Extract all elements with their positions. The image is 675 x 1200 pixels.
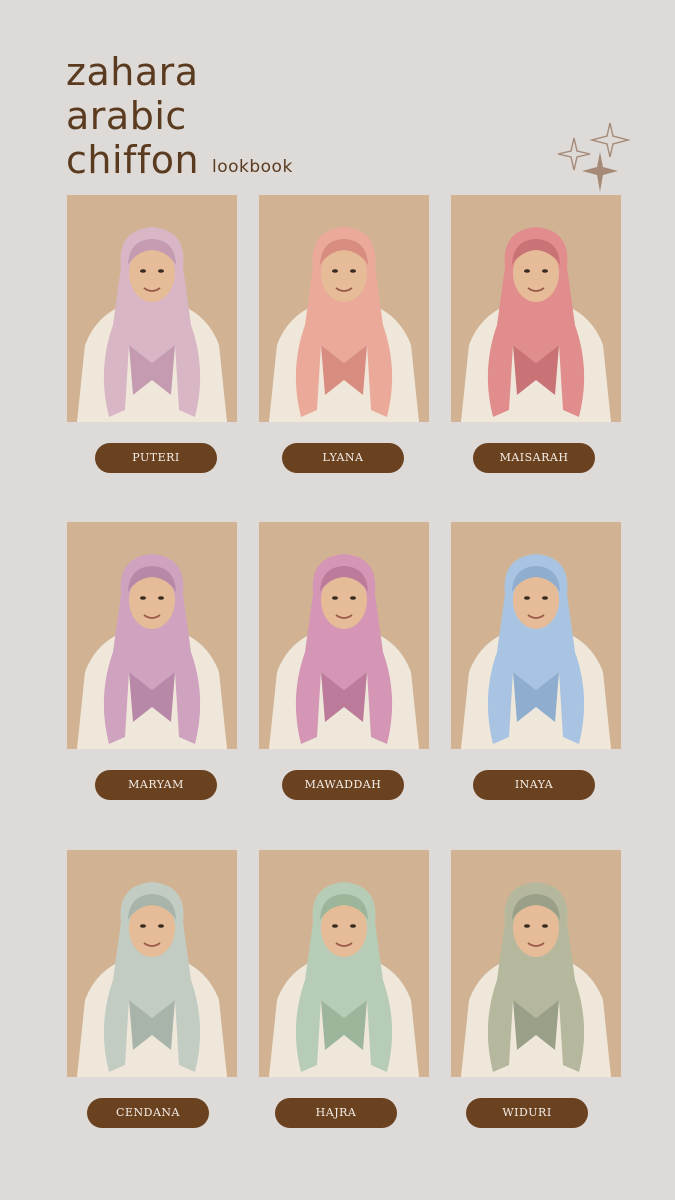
lookbook-card-lyana[interactable] (259, 195, 429, 422)
model-photo (77, 882, 227, 1077)
lookbook-card-hajra[interactable] (259, 850, 429, 1077)
title-line-2: arabic (66, 94, 187, 138)
lookbook-card-puteri[interactable] (67, 195, 237, 422)
title-line-1: zahara (66, 50, 199, 94)
lookbook-card-maryam[interactable] (67, 522, 237, 749)
model-photo (461, 227, 611, 422)
model-photo (461, 554, 611, 749)
style-label-cendana[interactable]: CENDANA (87, 1098, 209, 1128)
model-photo (269, 227, 419, 422)
title-line-3: chiffon (66, 138, 200, 182)
model-photo (461, 882, 611, 1077)
model-photo (77, 227, 227, 422)
style-label-maryam[interactable]: MARYAM (95, 770, 217, 800)
model-photo (269, 554, 419, 749)
model-photo (269, 882, 419, 1077)
lookbook-card-cendana[interactable] (67, 850, 237, 1077)
style-label-widuri[interactable]: WIDURI (466, 1098, 588, 1128)
style-label-puteri[interactable]: PUTERI (95, 443, 217, 473)
style-label-maisarah[interactable]: MAISARAH (473, 443, 595, 473)
style-label-mawaddah[interactable]: MAWADDAH (282, 770, 404, 800)
subtitle: lookbook (212, 157, 293, 177)
sparkles-icon (557, 122, 631, 192)
lookbook-card-inaya[interactable] (451, 522, 621, 749)
style-label-hajra[interactable]: HAJRA (275, 1098, 397, 1128)
lookbook-card-mawaddah[interactable] (259, 522, 429, 749)
lookbook-card-widuri[interactable] (451, 850, 621, 1077)
style-label-inaya[interactable]: INAYA (473, 770, 595, 800)
title-block: zahara arabic chiffon (66, 50, 199, 182)
model-photo (77, 554, 227, 749)
lookbook-card-maisarah[interactable] (451, 195, 621, 422)
style-label-lyana[interactable]: LYANA (282, 443, 404, 473)
